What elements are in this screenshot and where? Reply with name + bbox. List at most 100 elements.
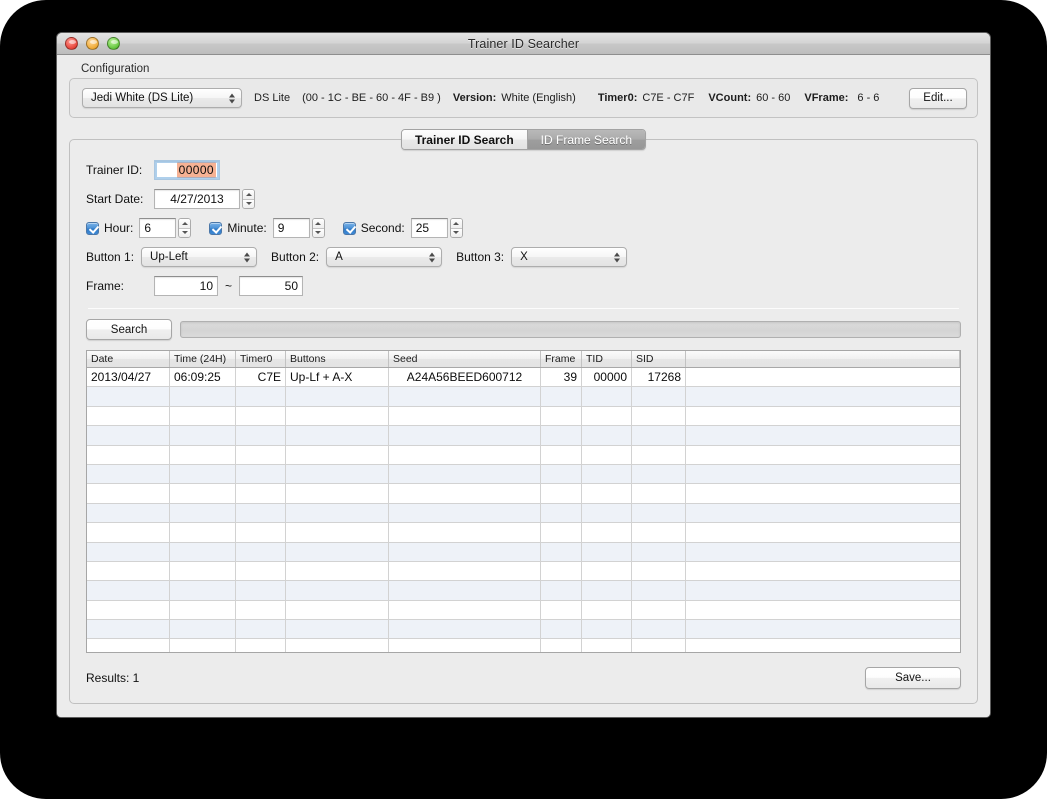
window-controls bbox=[65, 37, 120, 50]
cell-empty bbox=[87, 445, 170, 464]
column-header-timer0[interactable]: Timer0 bbox=[236, 351, 286, 367]
cell-empty bbox=[87, 523, 170, 542]
window-title-bar[interactable]: Trainer ID Searcher bbox=[57, 33, 990, 55]
vcount-label: VCount: bbox=[708, 92, 752, 104]
second-checkbox[interactable] bbox=[342, 221, 356, 235]
minimize-window-icon[interactable] bbox=[86, 37, 99, 50]
cell-empty bbox=[87, 561, 170, 581]
profile-select[interactable]: Jedi White (DS Lite) bbox=[82, 88, 242, 108]
button2-select-value: A bbox=[335, 251, 343, 263]
minute-label: Minute: bbox=[227, 221, 267, 235]
table-row-empty[interactable] bbox=[87, 387, 960, 407]
table-row-empty[interactable] bbox=[87, 464, 960, 485]
table-row-empty[interactable] bbox=[87, 445, 960, 465]
button3-select[interactable]: X bbox=[511, 247, 628, 267]
frame-label: Frame: bbox=[86, 279, 125, 293]
cell-empty bbox=[686, 639, 960, 652]
cell-empty bbox=[632, 581, 686, 600]
button3-block: Button 3: X bbox=[456, 247, 628, 267]
chevron-updown-icon bbox=[243, 251, 250, 264]
frame-range-separator: ~ bbox=[225, 279, 233, 293]
cell-empty bbox=[389, 464, 541, 484]
cell-empty bbox=[87, 464, 170, 484]
edit-configuration-button[interactable]: Edit... bbox=[909, 87, 967, 109]
results-table[interactable]: Date Time (24H) Timer0 Buttons Seed Fram… bbox=[86, 350, 961, 653]
table-row-empty[interactable] bbox=[87, 503, 960, 524]
cell-empty bbox=[170, 542, 236, 561]
hour-stepper-down[interactable] bbox=[179, 227, 191, 237]
table-row-empty[interactable] bbox=[87, 600, 960, 621]
column-header-time[interactable]: Time (24H) bbox=[170, 351, 236, 367]
table-row-empty[interactable] bbox=[87, 620, 960, 640]
hour-stepper[interactable] bbox=[178, 218, 192, 238]
save-button[interactable]: Save... bbox=[865, 667, 961, 689]
cell-empty bbox=[582, 581, 632, 600]
minute-checkbox[interactable] bbox=[209, 221, 223, 235]
button1-select[interactable]: Up-Left bbox=[141, 247, 258, 267]
start-date-stepper[interactable] bbox=[242, 189, 255, 209]
second-stepper-up[interactable] bbox=[450, 219, 462, 228]
table-row-empty[interactable] bbox=[87, 639, 960, 652]
cell-empty bbox=[389, 426, 541, 445]
hour-checkbox[interactable] bbox=[86, 221, 99, 235]
column-header-tid[interactable]: TID bbox=[582, 351, 632, 367]
table-row-empty[interactable] bbox=[87, 542, 960, 562]
cell-empty bbox=[686, 601, 960, 619]
table-row-empty[interactable] bbox=[87, 523, 960, 543]
table-row[interactable]: 2013/04/27 06:09:25 C7E Up-Lf + A-X A24A… bbox=[87, 368, 960, 388]
start-date-stepper-down[interactable] bbox=[243, 198, 254, 208]
cell-empty bbox=[87, 503, 170, 523]
cell-empty bbox=[686, 465, 960, 483]
cell-empty bbox=[389, 445, 541, 464]
table-row-empty[interactable] bbox=[87, 484, 960, 504]
minute-stepper[interactable] bbox=[311, 218, 325, 238]
hour-stepper-up[interactable] bbox=[179, 219, 191, 228]
tab-content-panel: Trainer ID: 00000 Start Date: 4/27/2013 bbox=[69, 139, 978, 704]
column-header-sid[interactable]: SID bbox=[632, 351, 686, 367]
zoom-window-icon[interactable] bbox=[107, 37, 120, 50]
trainer-id-input[interactable]: 00000 bbox=[154, 160, 220, 180]
table-row-empty[interactable] bbox=[87, 581, 960, 601]
cell-empty bbox=[286, 542, 389, 561]
start-date-stepper-up[interactable] bbox=[243, 190, 254, 199]
frame-max-input[interactable]: 50 bbox=[239, 276, 304, 296]
search-button[interactable]: Search bbox=[86, 319, 172, 340]
column-header-date[interactable]: Date bbox=[87, 351, 170, 367]
hour-input[interactable]: 6 bbox=[139, 218, 177, 238]
column-header-frame[interactable]: Frame bbox=[541, 351, 582, 367]
cell-empty bbox=[582, 484, 632, 503]
minute-stepper-up[interactable] bbox=[312, 219, 324, 228]
table-row-empty[interactable] bbox=[87, 406, 960, 427]
second-stepper[interactable] bbox=[449, 218, 463, 238]
tab-trainer-id-search[interactable]: Trainer ID Search bbox=[401, 130, 528, 149]
frame-min-input[interactable]: 10 bbox=[154, 276, 218, 296]
cell-empty bbox=[236, 406, 286, 426]
minute-input[interactable]: 9 bbox=[272, 218, 310, 238]
cell-empty bbox=[541, 600, 582, 620]
cell-empty bbox=[170, 426, 236, 445]
cell-empty bbox=[170, 561, 236, 581]
second-label: Second: bbox=[360, 221, 405, 235]
column-header-buttons[interactable]: Buttons bbox=[286, 351, 389, 367]
profile-select-value: Jedi White (DS Lite) bbox=[91, 92, 194, 104]
minute-stepper-down[interactable] bbox=[312, 227, 324, 237]
cell-empty bbox=[286, 426, 389, 445]
table-row-empty[interactable] bbox=[87, 561, 960, 582]
column-header-filler[interactable] bbox=[686, 351, 960, 367]
tab-id-frame-search[interactable]: ID Frame Search bbox=[527, 130, 646, 149]
second-stepper-down[interactable] bbox=[450, 227, 462, 237]
column-header-seed[interactable]: Seed bbox=[389, 351, 541, 367]
cell-empty bbox=[236, 620, 286, 639]
button2-block: Button 2: A bbox=[271, 247, 443, 267]
button2-select[interactable]: A bbox=[326, 247, 443, 267]
cell-empty bbox=[686, 504, 960, 522]
cell-empty bbox=[236, 542, 286, 561]
second-input[interactable]: 25 bbox=[410, 218, 448, 238]
cell-empty bbox=[286, 387, 389, 406]
cell-empty bbox=[87, 542, 170, 561]
cell-empty bbox=[541, 445, 582, 464]
start-date-input[interactable]: 4/27/2013 bbox=[154, 189, 240, 209]
table-row-empty[interactable] bbox=[87, 426, 960, 446]
cell-empty bbox=[286, 581, 389, 600]
close-window-icon[interactable] bbox=[65, 37, 78, 50]
